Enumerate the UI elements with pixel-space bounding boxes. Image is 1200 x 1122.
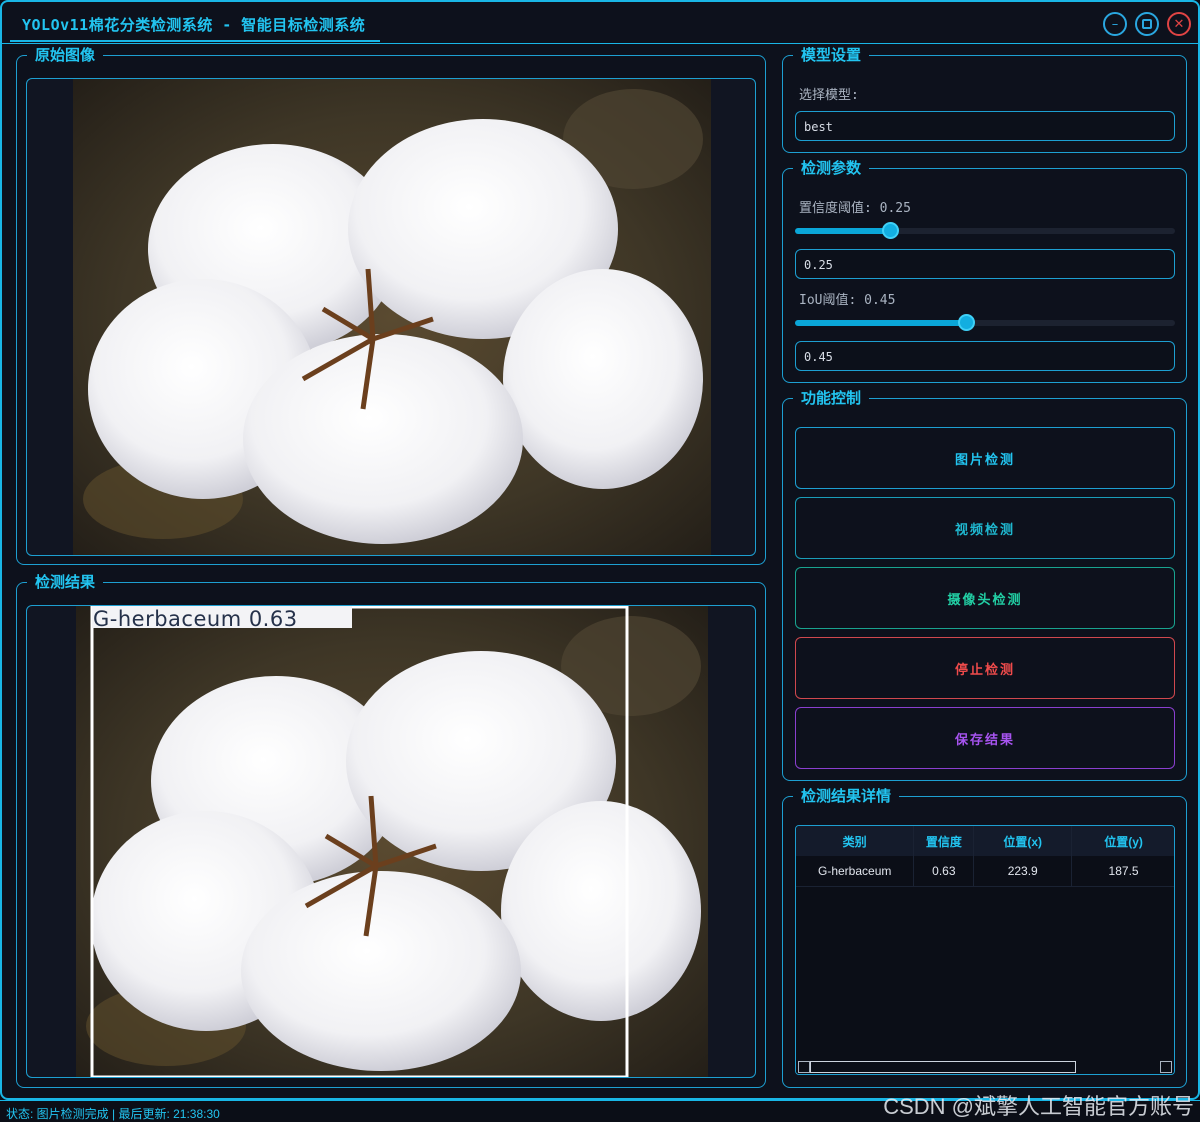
column-header-class[interactable]: 类别 [796,826,915,856]
scroll-left-arrow[interactable] [798,1061,810,1073]
original-image-frame [26,78,756,556]
confidence-slider-handle[interactable] [882,222,899,239]
minimize-button[interactable]: – [1103,12,1127,36]
column-header-confidence[interactable]: 置信度 [913,826,975,856]
close-icon: ✕ [1173,16,1185,32]
function-control-panel: 功能控制 图片检测 视频检测 摄像头检测 停止检测 保存结果 [782,387,1187,781]
iou-slider-handle[interactable] [958,314,975,331]
column-header-y[interactable]: 位置(y) [1071,826,1174,856]
table-header-row: 类别 置信度 位置(x) 位置(y) [796,826,1174,856]
window-title: YOLOv11棉花分类检测系统 - 智能目标检测系统 [22,16,366,34]
detection-result-panel: 检测结果 G-herbaceum 0.63 [16,571,766,1088]
iou-slider-fill [795,320,966,326]
model-select[interactable]: best [795,111,1175,141]
detection-label: G-herbaceum 0.63 [93,607,298,631]
confidence-slider[interactable] [795,222,1175,239]
detection-params-panel: 检测参数 置信度阈值: 0.25 0.25 IoU阈值: 0.45 0.45 [782,157,1187,383]
cell-y: 187.5 [1071,856,1174,887]
original-cotton-image [73,79,711,555]
function-control-title: 功能控制 [793,387,870,408]
title-underline [10,40,380,42]
maximize-button[interactable] [1135,12,1159,36]
original-image-panel: 原始图像 [16,44,766,565]
video-detect-button[interactable]: 视频检测 [795,497,1175,559]
model-settings-title: 模型设置 [793,44,870,65]
column-header-x[interactable]: 位置(x) [973,826,1073,856]
scrollbar-thumb[interactable] [810,1061,1076,1073]
close-button[interactable]: ✕ [1167,12,1191,36]
cell-x: 223.9 [973,856,1073,887]
iou-input[interactable]: 0.45 [795,341,1175,371]
image-detect-button[interactable]: 图片检测 [795,427,1175,489]
iou-slider[interactable] [795,314,1175,331]
table-row[interactable]: G-herbaceum 0.63 223.9 187.5 [796,856,1174,887]
confidence-input[interactable]: 0.25 [795,249,1175,279]
watermark-text: CSDN @斌擎人工智能官方账号 [883,1094,1194,1119]
title-bar[interactable]: YOLOv11棉花分类检测系统 - 智能目标检测系统 – ✕ [2,2,1198,44]
results-detail-title: 检测结果详情 [793,785,900,806]
scroll-right-arrow[interactable] [1160,1061,1172,1073]
model-settings-panel: 模型设置 选择模型: best [782,44,1187,153]
maximize-icon [1142,19,1152,29]
original-image-title: 原始图像 [27,44,104,65]
results-table[interactable]: 类别 置信度 位置(x) 位置(y) G-herbaceum 0.63 223.… [795,825,1175,1075]
confidence-label: 置信度阈值: 0.25 [799,201,911,216]
detection-result-title: 检测结果 [27,571,104,592]
status-text: 状态: 图片检测完成 | 最后更新: 21:38:30 [6,1107,220,1121]
save-result-button[interactable]: 保存结果 [795,707,1175,769]
detection-params-title: 检测参数 [793,157,870,178]
camera-detect-button[interactable]: 摄像头检测 [795,567,1175,629]
app-window: YOLOv11棉花分类检测系统 - 智能目标检测系统 – ✕ 原始图像 检测结果… [0,0,1200,1100]
results-detail-panel: 检测结果详情 类别 置信度 位置(x) 位置(y) G-herbaceum 0.… [782,785,1187,1088]
cell-class: G-herbaceum [796,856,915,887]
stop-detect-button[interactable]: 停止检测 [795,637,1175,699]
horizontal-scrollbar[interactable] [796,1060,1174,1074]
minimize-icon: – [1111,16,1119,32]
detection-result-frame: G-herbaceum 0.63 [26,605,756,1078]
model-select-label: 选择模型: [799,88,859,103]
iou-label: IoU阈值: 0.45 [799,293,896,308]
confidence-slider-fill [795,228,890,234]
cell-confidence: 0.63 [913,856,975,887]
result-cotton-image [76,606,708,1077]
